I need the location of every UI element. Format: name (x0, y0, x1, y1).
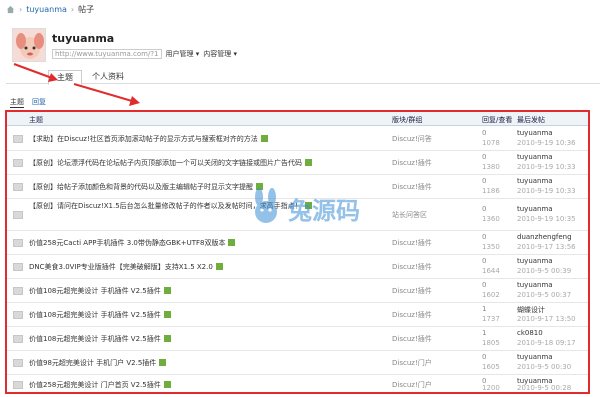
profile-url[interactable]: http://www.tuyuanma.com/?1 (52, 49, 162, 59)
tab-topics[interactable]: 主题 (48, 70, 82, 85)
subnav-replies[interactable]: 回复 (32, 97, 46, 108)
tab-profile[interactable]: 个人资料 (84, 70, 132, 85)
avatar[interactable] (12, 28, 46, 62)
profile-username: tuyuanma (52, 32, 115, 45)
watermark-text: 兔源码 (288, 197, 360, 225)
rabbit-logo-icon (255, 188, 277, 223)
highlight-frame (5, 110, 590, 394)
breadcrumb-section: 帖子 (78, 4, 95, 14)
subnav-topics[interactable]: 主题 (10, 97, 24, 108)
breadcrumb-separator: › (70, 4, 75, 14)
breadcrumb-user[interactable]: tuyuanma (26, 5, 67, 14)
breadcrumb-separator: › (19, 4, 23, 14)
home-icon[interactable] (6, 5, 15, 14)
content-manage-label: 内容管理 (203, 50, 232, 58)
watermark: 兔源码 (248, 188, 378, 226)
content-manage-menu[interactable]: 内容管理 ▾ (203, 49, 237, 59)
profile-url-row: http://www.tuyuanma.com/?1 用户管理 ▾ 内容管理 ▾ (52, 49, 237, 59)
profile-header: tuyuanma http://www.tuyuanma.com/?1 用户管理… (8, 26, 600, 70)
chevron-down-icon: ▾ (231, 50, 237, 58)
user-manage-menu[interactable]: 用户管理 ▾ (166, 49, 200, 59)
chevron-down-icon: ▾ (193, 50, 200, 58)
profile-tabs: 主题 个人资料 (6, 70, 600, 85)
topic-subnav: 主题 回复 (10, 97, 46, 108)
user-manage-label: 用户管理 (165, 50, 194, 58)
breadcrumb: › tuyuanma › 帖子 (0, 0, 600, 18)
